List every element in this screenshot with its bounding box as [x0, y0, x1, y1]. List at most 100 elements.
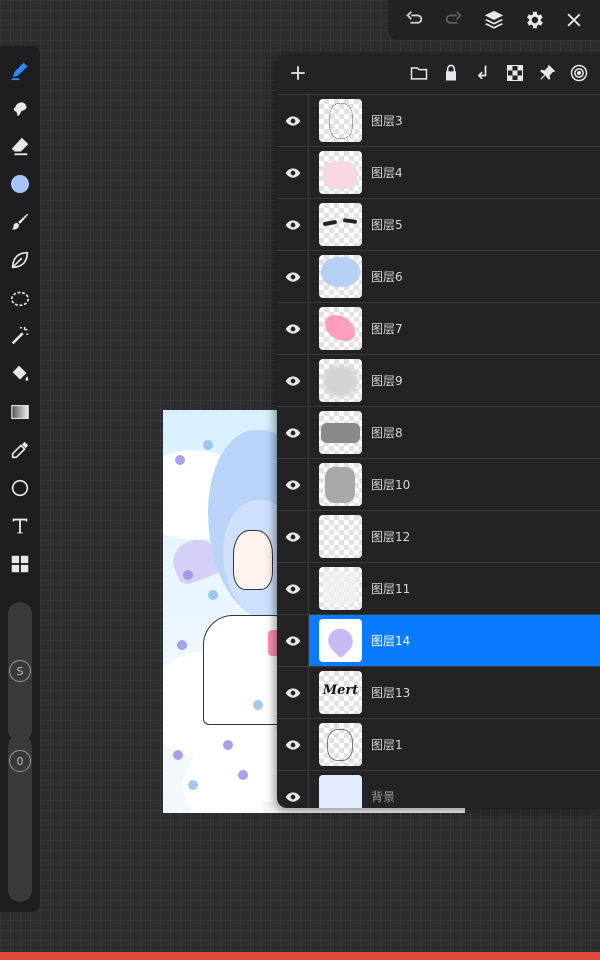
layers-icon[interactable]	[480, 6, 508, 34]
layer-content[interactable]: 图层6	[308, 251, 600, 302]
pin-icon[interactable]	[536, 62, 558, 84]
visibility-eye-icon[interactable]	[277, 95, 308, 147]
close-icon[interactable]	[560, 6, 588, 34]
layer-name: 图层6	[371, 270, 403, 284]
color-swatch[interactable]	[6, 170, 34, 198]
merge-down-icon[interactable]	[472, 62, 494, 84]
top-toolbar	[388, 0, 600, 40]
brush-size-slider[interactable]: S	[8, 602, 32, 742]
layers-panel-header	[277, 54, 600, 92]
layer-content[interactable]: 图层5	[308, 199, 600, 250]
layer-content[interactable]: 图层7	[308, 303, 600, 354]
layer-row[interactable]: 图层8	[277, 406, 600, 458]
layer-thumbnail[interactable]	[319, 203, 362, 246]
undo-icon[interactable]	[400, 6, 428, 34]
eraser-tool-icon[interactable]	[6, 132, 34, 160]
gradient-tool-icon[interactable]	[6, 398, 34, 426]
visibility-eye-icon[interactable]	[277, 251, 308, 303]
visibility-eye-icon[interactable]	[277, 407, 308, 459]
layer-thumbnail[interactable]	[319, 515, 362, 558]
liquify-tool-icon[interactable]	[6, 246, 34, 274]
visibility-eye-icon[interactable]	[277, 667, 308, 719]
eyedropper-icon[interactable]	[6, 436, 34, 464]
layer-content[interactable]: 背景	[308, 771, 600, 808]
gear-icon[interactable]	[520, 6, 548, 34]
text-tool-icon[interactable]	[6, 512, 34, 540]
visibility-eye-icon[interactable]	[277, 563, 308, 615]
layer-row[interactable]: 图层1	[277, 718, 600, 770]
layer-row[interactable]: 图层14	[277, 614, 600, 666]
visibility-eye-icon[interactable]	[277, 615, 308, 667]
layer-name: 图层8	[371, 426, 403, 440]
layer-thumbnail[interactable]	[319, 723, 362, 766]
layer-content[interactable]: 图层3	[308, 95, 600, 146]
visibility-eye-icon[interactable]	[277, 355, 308, 407]
selection-tool-icon[interactable]	[6, 284, 34, 312]
brush-opacity-knob[interactable]: 0	[9, 750, 31, 772]
layer-content[interactable]: Mert 图层13	[308, 667, 600, 718]
layer-row[interactable]: Mert 图层13	[277, 666, 600, 718]
pen-tool-icon[interactable]	[6, 56, 34, 84]
layer-content[interactable]: 图层8	[308, 407, 600, 458]
layer-content[interactable]: 图层14	[308, 615, 600, 666]
layer-name: 图层10	[371, 478, 411, 492]
layer-thumbnail[interactable]	[319, 463, 362, 506]
layer-row[interactable]: 图层7	[277, 302, 600, 354]
layer-thumbnail[interactable]	[319, 619, 362, 662]
layer-row[interactable]: 图层9	[277, 354, 600, 406]
layer-thumbnail[interactable]	[319, 99, 362, 142]
layer-thumbnail[interactable]	[319, 255, 362, 298]
layer-content[interactable]: 图层9	[308, 355, 600, 406]
folder-icon[interactable]	[408, 62, 430, 84]
layer-row[interactable]: 图层10	[277, 458, 600, 510]
layer-thumbnail[interactable]	[319, 307, 362, 350]
visibility-eye-icon[interactable]	[277, 459, 308, 511]
visibility-eye-icon[interactable]	[277, 199, 308, 251]
layer-row[interactable]: 图层12	[277, 510, 600, 562]
shape-tool-icon[interactable]	[6, 474, 34, 502]
fill-bucket-icon[interactable]	[6, 360, 34, 388]
layer-name: 背景	[371, 790, 396, 804]
layer-name: 图层9	[371, 374, 403, 388]
visibility-eye-icon[interactable]	[277, 511, 308, 563]
layer-content[interactable]: 图层12	[308, 511, 600, 562]
layer-thumbnail[interactable]	[319, 359, 362, 402]
layer-list: 图层3 图层4 图层5 图层6 图层7 图层9 图层8 图层10 图层12 图层11 图层14 Mer…	[277, 94, 600, 808]
visibility-eye-icon[interactable]	[277, 303, 308, 355]
reference-icon[interactable]	[568, 62, 590, 84]
layer-row[interactable]: 图层5	[277, 198, 600, 250]
layer-row[interactable]: 图层6	[277, 250, 600, 302]
add-layer-icon[interactable]	[287, 62, 309, 84]
layer-thumbnail[interactable]: Mert	[319, 671, 362, 714]
layer-row[interactable]: 图层3	[277, 94, 600, 146]
layer-name: 图层14	[371, 634, 411, 648]
brush-size-knob[interactable]: S	[9, 660, 31, 682]
layer-thumbnail[interactable]	[319, 411, 362, 454]
visibility-eye-icon[interactable]	[277, 147, 308, 199]
layer-thumbnail[interactable]	[319, 775, 362, 808]
lock-icon[interactable]	[440, 62, 462, 84]
layer-row[interactable]: 图层11	[277, 562, 600, 614]
tool-sidebar: S 0	[0, 46, 40, 912]
magic-wand-icon[interactable]	[6, 322, 34, 350]
transform-tool-icon[interactable]	[6, 550, 34, 578]
redo-icon[interactable]	[440, 6, 468, 34]
bottom-status-stripe	[0, 952, 600, 960]
smudge-tool-icon[interactable]	[6, 94, 34, 122]
layer-row[interactable]: 图层4	[277, 146, 600, 198]
visibility-eye-icon[interactable]	[277, 771, 308, 809]
layer-name: 图层7	[371, 322, 403, 336]
alpha-lock-icon[interactable]	[504, 62, 526, 84]
layer-content[interactable]: 图层10	[308, 459, 600, 510]
layer-content[interactable]: 图层1	[308, 719, 600, 770]
brush-tool-icon[interactable]	[6, 208, 34, 236]
layer-name: 图层13	[371, 686, 411, 700]
layer-row[interactable]: 背景	[277, 770, 600, 808]
layer-name: 图层5	[371, 218, 403, 232]
layer-thumbnail[interactable]	[319, 151, 362, 194]
layer-thumbnail[interactable]	[319, 567, 362, 610]
brush-opacity-slider[interactable]: 0	[8, 734, 32, 902]
layer-content[interactable]: 图层11	[308, 563, 600, 614]
layer-content[interactable]: 图层4	[308, 147, 600, 198]
visibility-eye-icon[interactable]	[277, 719, 308, 771]
